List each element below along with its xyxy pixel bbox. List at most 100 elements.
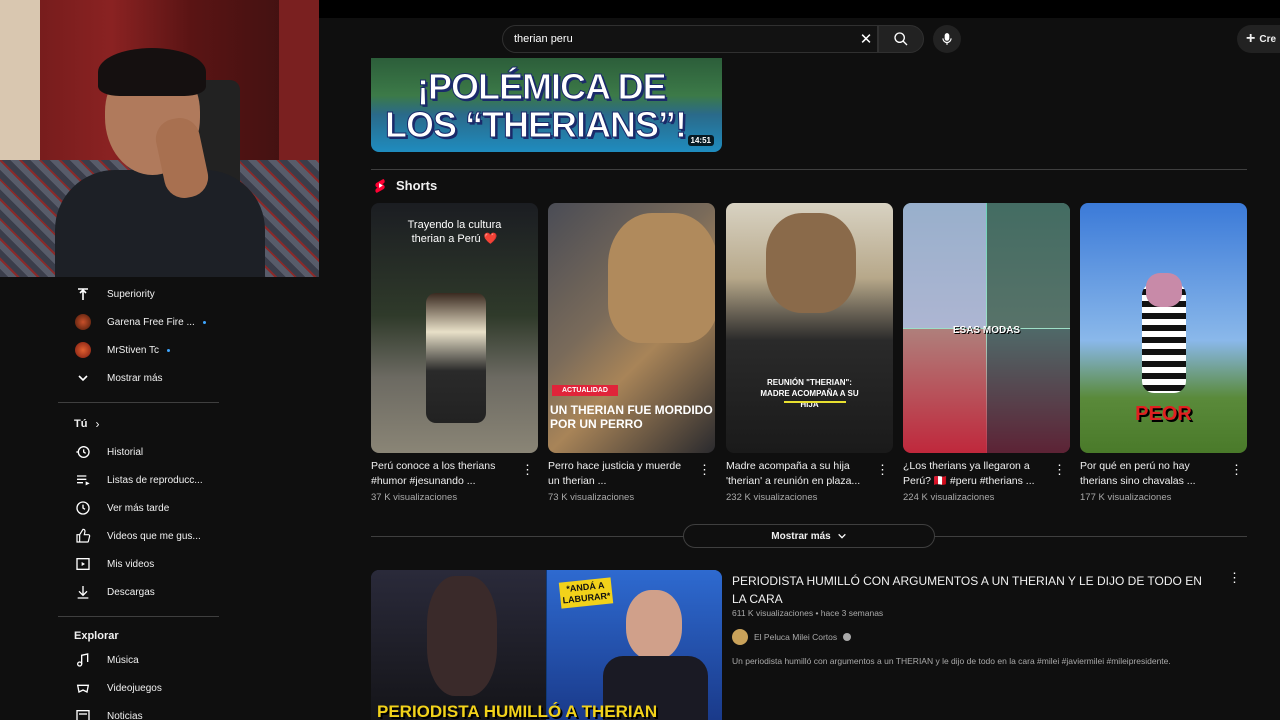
short-thumbnail[interactable]: ACTUALIDAD UN THERIAN FUE MORDIDO POR UN… — [548, 203, 715, 453]
sidebar-you-header[interactable]: Tú › — [58, 411, 219, 437]
verified-icon — [843, 633, 852, 641]
thumbnail-text: ¡POLÉMICA DE — [417, 66, 668, 108]
short-title[interactable]: Madre acompaña a su hija 'therian' a reu… — [726, 459, 871, 489]
short-title[interactable]: Por qué en perú no hay therians sino cha… — [1080, 459, 1225, 489]
cat-mask — [1146, 273, 1182, 307]
video-title[interactable]: PERIODISTA HUMILLÓ CON ARGUMENTOS A UN T… — [732, 572, 1218, 608]
sidebar-item-label: Superiority — [107, 288, 155, 300]
sidebar-item-label: Historial — [107, 446, 144, 458]
short-views: 177 K visualizaciones — [1080, 492, 1172, 503]
highlight-line — [784, 401, 846, 403]
sidebar-item-superiority[interactable]: Superiority — [58, 281, 219, 307]
short-views: 232 K visualizaciones — [726, 492, 818, 503]
dog-figure — [608, 213, 715, 343]
news-icon — [58, 708, 107, 720]
short-title[interactable]: Perú conoce a los therians #humor #jesun… — [371, 459, 516, 489]
sidebar-item-label: Música — [107, 654, 139, 666]
sidebar-divider — [58, 616, 219, 617]
channel-name[interactable]: El Peluca Milei Cortos — [754, 632, 837, 642]
panel-right — [987, 203, 1070, 328]
panel-bottom-left — [903, 329, 986, 453]
short-thumbnail[interactable]: PEOR — [1080, 203, 1247, 453]
category-badge: ACTUALIDAD — [552, 385, 618, 396]
create-label: Cre — [1259, 33, 1277, 45]
short-card[interactable]: REUNIÓN "THERIAN": MADRE ACOMPAÑA A SU H… — [726, 203, 893, 503]
short-title[interactable]: Perro hace justicia y muerde un therian … — [548, 459, 693, 489]
short-thumbnail[interactable]: REUNIÓN "THERIAN": MADRE ACOMPAÑA A SU H… — [726, 203, 893, 453]
channel-link[interactable]: El Peluca Milei Cortos — [732, 629, 852, 645]
voice-search-button[interactable] — [933, 25, 961, 53]
create-button[interactable]: + Cre — [1237, 25, 1280, 53]
sidebar-item-liked[interactable]: Videos que me gus... — [58, 523, 219, 549]
webcam-overlay — [0, 0, 319, 277]
video-description: Un periodista humilló con argumentos a u… — [732, 656, 1171, 666]
search-bar: therian peru ✕ — [502, 25, 924, 53]
sidebar-item-label: Listas de reproducc... — [107, 474, 203, 486]
short-card[interactable]: ACTUALIDAD UN THERIAN FUE MORDIDO POR UN… — [548, 203, 715, 503]
thumb-up-icon — [58, 528, 107, 544]
short-thumbnail[interactable]: ESAS MODAS — [903, 203, 1070, 453]
top-video-thumbnail[interactable]: ¡POLÉMICA DE LOS “THERIANS”! 14:51 — [371, 58, 722, 152]
more-vert-icon[interactable]: ⋮ — [698, 463, 711, 479]
short-title[interactable]: ¿Los therians ya llegaron a Perú? 🇵🇪 #pe… — [903, 459, 1048, 489]
download-icon — [58, 584, 107, 600]
short-thumbnail[interactable]: Trayendo la cultura therian a Perú ❤️ — [371, 203, 538, 453]
channel-avatar — [74, 314, 91, 330]
more-vert-icon[interactable]: ⋮ — [521, 463, 534, 479]
duration-badge: 14:51 — [687, 135, 714, 146]
short-views: 73 K visualizaciones — [548, 492, 635, 503]
gaming-icon — [58, 680, 107, 696]
sidebar-item-news[interactable]: Noticias — [58, 703, 219, 720]
more-vert-icon[interactable]: ⋮ — [1228, 570, 1241, 586]
sidebar-item-playlists[interactable]: Listas de reproducc... — [58, 467, 219, 493]
search-button[interactable] — [878, 25, 924, 53]
short-views: 37 K visualizaciones — [371, 492, 458, 503]
sidebar-item-history[interactable]: Historial — [58, 439, 219, 465]
sidebar-item-label: Videojuegos — [107, 682, 162, 694]
more-vert-icon[interactable]: ⋮ — [1053, 463, 1066, 479]
cat-mask-figure — [427, 576, 497, 696]
sidebar-item-label: Mostrar más — [107, 372, 163, 384]
more-vert-icon[interactable]: ⋮ — [876, 463, 889, 479]
my-videos-icon — [58, 556, 107, 572]
shorts-show-more-button[interactable]: Mostrar más — [683, 524, 935, 548]
sidebar-show-more[interactable]: Mostrar más — [58, 365, 219, 391]
playlist-icon — [58, 472, 107, 488]
sidebar-item-music[interactable]: Música — [58, 647, 219, 673]
chevron-down-icon — [58, 372, 107, 384]
short-card[interactable]: Trayendo la cultura therian a Perú ❤️ Pe… — [371, 203, 538, 503]
history-icon — [58, 444, 107, 460]
sidebar-item-label: Ver más tarde — [107, 502, 170, 514]
sidebar-item-mrstiven[interactable]: MrStiven Tc — [58, 337, 219, 363]
more-vert-icon[interactable]: ⋮ — [1230, 463, 1243, 479]
section-title-you: Tú — [74, 418, 88, 430]
search-query[interactable]: therian peru — [514, 33, 573, 45]
sidebar-item-label: Noticias — [107, 710, 143, 720]
show-more-label: Mostrar más — [771, 530, 831, 542]
short-views: 224 K visualizaciones — [903, 492, 995, 503]
shorts-title: Shorts — [396, 178, 438, 193]
sidebar-item-label: MrStiven Tc — [107, 344, 160, 356]
sidebar-item-gaming[interactable]: Videojuegos — [58, 675, 219, 701]
sidebar-item-watch-later[interactable]: Ver más tarde — [58, 495, 219, 521]
search-icon — [894, 32, 908, 46]
shorts-icon — [375, 179, 385, 193]
person-hair — [98, 48, 206, 96]
sidebar-item-downloads[interactable]: Descargas — [58, 579, 219, 605]
channel-avatar — [74, 342, 91, 358]
clock-icon — [58, 500, 107, 516]
short-overlay-text: PEOR — [1135, 403, 1192, 425]
clear-search-icon[interactable]: ✕ — [858, 32, 874, 48]
short-card[interactable]: ESAS MODAS ¿Los therians ya llegaron a P… — [903, 203, 1070, 503]
section-title-explore: Explorar — [74, 630, 119, 642]
sidebar-item-garena[interactable]: Garena Free Fire ... — [58, 309, 219, 335]
short-card[interactable]: PEOR Por qué en perú no hay therians sin… — [1080, 203, 1247, 503]
short-overlay-text: ESAS MODAS — [952, 325, 1021, 336]
short-overlay-text: UN THERIAN FUE MORDIDO POR UN PERRO — [550, 403, 713, 431]
microphone-icon — [942, 33, 952, 45]
short-overlay-text: REUNIÓN "THERIAN": MADRE ACOMPAÑA A SU H… — [760, 378, 859, 409]
sidebar-item-my-videos[interactable]: Mis videos — [58, 551, 219, 577]
video-thumbnail[interactable]: *ANDÁ A LABURAR* PERIODISTA HUMILLÓ A TH… — [371, 570, 722, 720]
sidebar-item-label: Mis videos — [107, 558, 155, 570]
search-input[interactable]: therian peru ✕ — [502, 25, 878, 53]
